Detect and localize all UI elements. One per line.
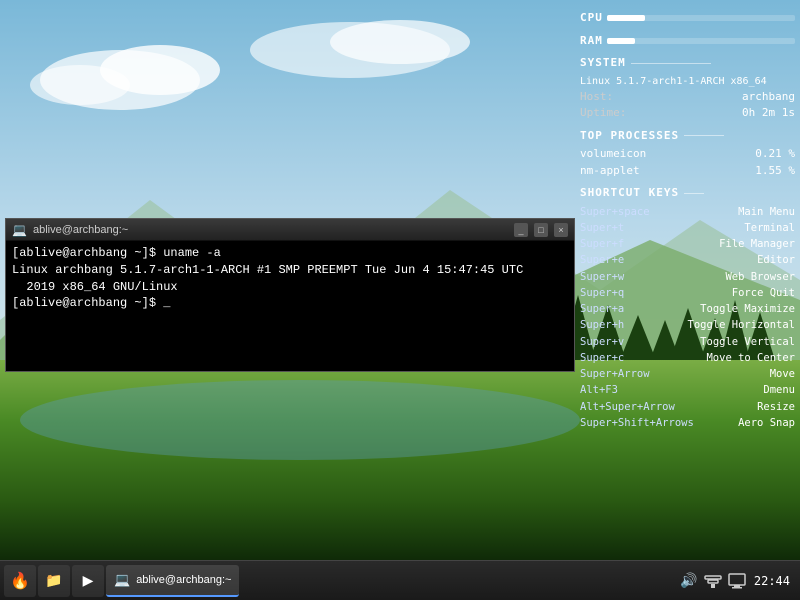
cpu-bar xyxy=(607,15,645,21)
terminal-minimize-button[interactable]: _ xyxy=(514,223,528,237)
ram-bar xyxy=(607,38,635,44)
taskbar-play-button[interactable]: ▶ xyxy=(72,565,104,597)
shortcuts-divider xyxy=(684,193,704,194)
process-row-0: volumeicon 0.21 % xyxy=(580,146,795,163)
top-processes-title: TOP PROCESSES xyxy=(580,128,679,145)
uptime-row: Uptime: 0h 2m 1s xyxy=(580,105,795,122)
shortcut-row-8: Super+v Toggle Vertical xyxy=(580,334,795,350)
shortcuts-title: SHORTCUT KEYS xyxy=(580,185,679,202)
shortcut-row-7: Super+h Toggle Horizontal xyxy=(580,317,795,333)
system-title: SYSTEM xyxy=(580,55,626,72)
taskbar-time: 22:44 xyxy=(754,574,796,588)
ram-bar-bg xyxy=(607,38,795,44)
terminal-title: ablive@archbang:~ xyxy=(33,224,508,236)
display-icon[interactable] xyxy=(728,572,746,590)
shortcut-row-12: Alt+Super+Arrow Resize xyxy=(580,399,795,415)
uptime-value: 0h 2m 1s xyxy=(742,105,795,122)
cpu-bar-bg xyxy=(607,15,795,21)
system-os: Linux 5.1.7-arch1-1-ARCH x86_64 xyxy=(580,74,795,89)
taskbar: 🔥 📁 ▶ 💻 ablive@archbang:~ 🔊 22:44 xyxy=(0,560,800,600)
shortcut-row-0: Super+space Main Menu xyxy=(580,204,795,220)
top-divider xyxy=(684,135,724,136)
process-name-0: volumeicon xyxy=(580,146,646,163)
network-icon[interactable] xyxy=(704,572,722,590)
shortcut-row-2: Super+f File Manager xyxy=(580,236,795,252)
terminal-content[interactable]: [ablive@archbang ~]$ uname -a Linux arch… xyxy=(6,241,574,371)
shortcut-row-9: Super+c Move to Center xyxy=(580,350,795,366)
terminal-maximize-button[interactable]: □ xyxy=(534,223,548,237)
process-row-1: nm-applet 1.55 % xyxy=(580,163,795,180)
shortcut-row-11: Alt+F3 Dmenu xyxy=(580,382,795,398)
terminal-line-2: 2019 x86_64 GNU/Linux xyxy=(12,279,568,296)
terminal-line-0: [ablive@archbang ~]$ uname -a xyxy=(12,245,568,262)
terminal-close-button[interactable]: × xyxy=(554,223,568,237)
shortcut-row-6: Super+a Toggle Maximize xyxy=(580,301,795,317)
shortcut-row-1: Super+t Terminal xyxy=(580,220,795,236)
shortcut-row-3: Super+e Editor xyxy=(580,252,795,268)
desktop: CPU RAM SYSTEM Linux 5.1.7-arch1-1-ARCH … xyxy=(0,0,800,560)
taskbar-system-icons: 🔊 xyxy=(674,572,752,590)
terminal-line-1: Linux archbang 5.1.7-arch1-1-ARCH #1 SMP… xyxy=(12,262,568,279)
ram-section: RAM xyxy=(580,33,795,50)
host-row: Host: archbang xyxy=(580,89,795,106)
shortcut-row-13: Super+Shift+Arrows Aero Snap xyxy=(580,415,795,431)
conky-panel: CPU RAM SYSTEM Linux 5.1.7-arch1-1-ARCH … xyxy=(580,10,795,437)
shortcuts-section: SHORTCUT KEYS Super+space Main Menu Supe… xyxy=(580,185,795,431)
process-name-1: nm-applet xyxy=(580,163,640,180)
uptime-label: Uptime: xyxy=(580,105,626,122)
cpu-label: CPU xyxy=(580,10,603,27)
top-processes-section: TOP PROCESSES volumeicon 0.21 % nm-apple… xyxy=(580,128,795,180)
shortcut-row-5: Super+q Force Quit xyxy=(580,285,795,301)
shortcut-row-4: Super+w Web Browser xyxy=(580,269,795,285)
host-value: archbang xyxy=(742,89,795,106)
terminal-window: 💻 ablive@archbang:~ _ □ × [ablive@archba… xyxy=(5,218,575,372)
terminal-title-icon: 💻 xyxy=(12,223,27,237)
taskbar-files-button[interactable]: 📁 xyxy=(38,565,70,597)
host-label: Host: xyxy=(580,89,613,106)
process-pct-1: 1.55 % xyxy=(755,163,795,180)
system-divider xyxy=(631,63,711,64)
terminal-titlebar: 💻 ablive@archbang:~ _ □ × xyxy=(6,219,574,241)
shortcut-row-10: Super+Arrow Move xyxy=(580,366,795,382)
taskbar-terminal-label: ablive@archbang:~ xyxy=(136,574,231,586)
taskbar-terminal-icon: 💻 xyxy=(114,572,130,588)
volume-icon[interactable]: 🔊 xyxy=(680,572,698,590)
terminal-line-3: [ablive@archbang ~]$ _ xyxy=(12,295,568,312)
process-pct-0: 0.21 % xyxy=(755,146,795,163)
taskbar-terminal-button[interactable]: 💻 ablive@archbang:~ xyxy=(106,565,239,597)
cpu-section: CPU xyxy=(580,10,795,27)
ram-label: RAM xyxy=(580,33,603,50)
system-section: SYSTEM Linux 5.1.7-arch1-1-ARCH x86_64 H… xyxy=(580,55,795,122)
taskbar-menu-button[interactable]: 🔥 xyxy=(4,565,36,597)
